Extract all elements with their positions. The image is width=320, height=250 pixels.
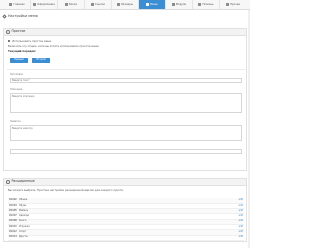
tab-blocks[interactable]: Блоки — [58, 0, 85, 9]
title-field-label: Заголовок — [10, 73, 24, 76]
tab-home[interactable]: Главная — [4, 0, 31, 9]
advanced-section: Расширенные Вы можете выбрать. Простые н… — [3, 178, 247, 242]
tab-bar: Главная Оформление Блоки Ссылки Размеры … — [0, 0, 250, 10]
row-name: Другое — [18, 235, 232, 241]
menu-icon — [146, 3, 150, 6]
simple-option-desc: Включить эту опцию, если вы хотите испол… — [8, 45, 99, 48]
pencil-icon — [2, 14, 7, 19]
table-row[interactable]: #1014 Другое edit — [8, 235, 244, 241]
tab-menu[interactable]: Меню — [139, 0, 166, 9]
description-textarea[interactable] — [11, 94, 241, 112]
advanced-desc: Вы можете выбрать. Простые настройки рас… — [8, 189, 124, 192]
description-field[interactable] — [10, 93, 242, 113]
page-title: Настройки меню — [2, 13, 247, 20]
scrollbar[interactable] — [248, 10, 250, 248]
blocks-icon — [64, 3, 68, 6]
description-field-label: Описание — [10, 88, 23, 91]
edit-link[interactable]: edit — [232, 235, 244, 241]
advanced-section-header: Расширенные — [4, 179, 246, 186]
first-button[interactable]: Первый — [10, 58, 28, 63]
current-order-label: Текущий порядок: — [8, 50, 37, 53]
extra-input[interactable] — [11, 150, 241, 153]
home-icon — [9, 3, 13, 6]
resize-icon — [117, 3, 121, 6]
note-field[interactable] — [10, 125, 242, 141]
help-icon — [198, 3, 202, 6]
note-field-label: Заметка — [10, 120, 21, 123]
module-icon — [171, 3, 175, 6]
tab-more[interactable]: Прочее — [220, 0, 246, 9]
second-button[interactable]: Второй — [32, 58, 50, 63]
tab-design[interactable]: Оформление — [31, 0, 58, 9]
tab-links[interactable]: Ссылки — [85, 0, 112, 9]
title-input[interactable] — [11, 79, 241, 82]
tab-sizes[interactable]: Размеры — [112, 0, 139, 9]
note-textarea[interactable] — [11, 126, 241, 140]
extra-field[interactable] — [10, 149, 242, 154]
simple-section: Простое Использовать простое меню Включи… — [3, 28, 247, 171]
simple-section-header: Простое — [4, 29, 246, 36]
row-id: #1014 — [8, 235, 18, 241]
gear-icon — [6, 180, 10, 184]
brush-icon — [33, 3, 37, 6]
simple-menu-checkbox[interactable] — [8, 40, 11, 43]
title-field[interactable] — [10, 78, 242, 83]
tab-modules[interactable]: Модули — [166, 0, 193, 9]
tab-help[interactable]: Помощь — [193, 0, 220, 9]
divider — [7, 69, 245, 70]
gear-icon — [6, 30, 10, 34]
order-buttons: Первый Второй — [10, 58, 50, 63]
more-icon — [226, 3, 230, 6]
link-icon — [90, 3, 94, 6]
category-table: #1002 Общие edit #1004 Обувь edit #1005 Мебел… — [8, 198, 244, 241]
simple-option-row: Использовать простое меню — [4, 40, 51, 43]
